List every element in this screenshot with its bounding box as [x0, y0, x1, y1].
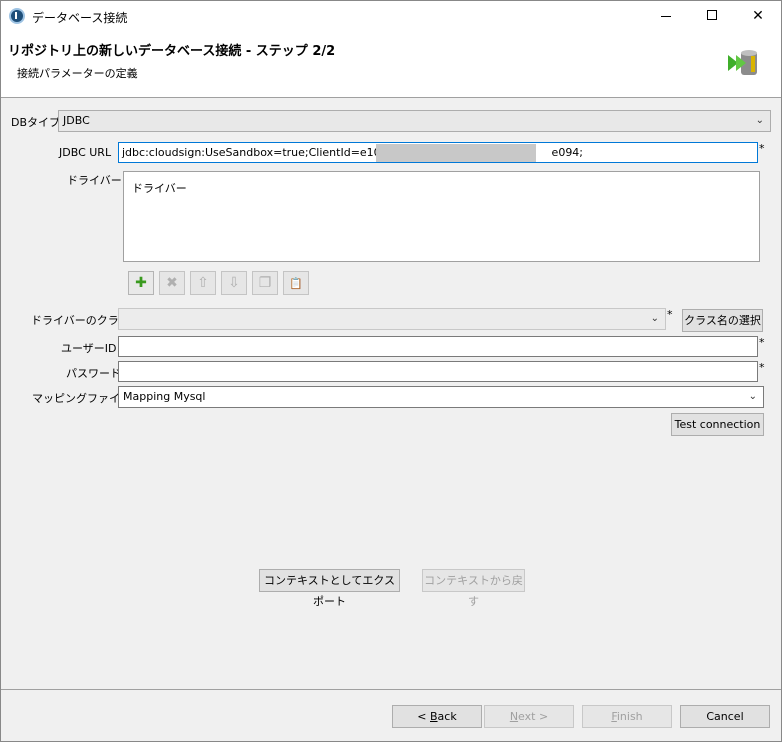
arrow-down-icon: ⇩ [228, 275, 240, 291]
next-button[interactable]: Next > [484, 705, 574, 728]
select-class-button[interactable]: クラス名の選択 [682, 309, 763, 332]
driver-list[interactable]: ドライバー [123, 171, 760, 262]
remove-button[interactable]: ✖ [159, 271, 185, 295]
database-arrow-icon [728, 50, 757, 75]
jdbc-url-label: JDBC URL [59, 146, 112, 159]
page-title: リポジトリ上の新しいデータベース接続 - ステップ 2/2 [8, 44, 336, 59]
paste-icon: 📋 [289, 277, 303, 290]
required-mark: * [667, 308, 673, 321]
password-label: パスワード [66, 367, 121, 380]
chevron-down-icon: ⌄ [755, 115, 764, 126]
export-context-button[interactable]: コンテキストとしてエクスポート [259, 569, 400, 608]
redacted-region [376, 144, 536, 162]
test-connection-button[interactable]: Test connection [671, 413, 764, 436]
chevron-down-icon: ⌄ [650, 313, 659, 324]
move-up-button[interactable]: ⇧ [190, 271, 216, 295]
required-mark: * [759, 142, 765, 155]
copy-button[interactable]: ❐ [252, 271, 278, 295]
plus-icon: ✚ [135, 275, 147, 291]
title-bar[interactable]: データベース接続 ✕ [1, 1, 781, 31]
arrow-up-icon: ⇧ [197, 275, 209, 291]
delete-icon: ✖ [166, 275, 178, 291]
paste-button[interactable]: 📋 [283, 271, 309, 295]
db-type-value: JDBC [63, 114, 90, 127]
move-down-button[interactable]: ⇩ [221, 271, 247, 295]
minimize-icon [661, 16, 671, 17]
finish-button[interactable]: Finish [582, 705, 672, 728]
driver-class-select[interactable]: ⌄ [118, 308, 666, 330]
back-mnemonic: B [430, 710, 438, 723]
mapping-file-value: Mapping Mysql [123, 390, 206, 403]
add-button[interactable]: ✚ [128, 271, 154, 295]
driver-class-label: ドライバーのクラス [31, 314, 130, 327]
close-icon: ✕ [752, 8, 764, 24]
minimize-button[interactable] [643, 1, 689, 31]
copy-icon: ❐ [258, 275, 272, 291]
maximize-icon [707, 10, 717, 20]
footer-divider [1, 689, 781, 690]
next-label-rest: ext > [518, 710, 549, 723]
driver-label: ドライバー [67, 174, 122, 187]
db-type-label: DBタイプ [11, 116, 61, 129]
back-label-rest: ack [437, 710, 457, 723]
revert-context-button[interactable]: コンテキストから戻す [422, 569, 525, 608]
close-button[interactable]: ✕ [735, 1, 781, 31]
back-button[interactable]: < Back [392, 705, 482, 728]
jdbc-url-value-end: e094; [551, 146, 584, 159]
app-icon [9, 8, 25, 24]
db-type-select[interactable]: JDBC ⌄ [58, 110, 771, 132]
page-subtitle: 接続パラメーターの定義 [17, 67, 138, 80]
required-mark: * [759, 336, 765, 349]
mapping-file-select[interactable]: Mapping Mysql ⌄ [118, 386, 764, 408]
cancel-button[interactable]: Cancel [680, 705, 770, 728]
chevron-down-icon: ⌄ [748, 391, 757, 402]
back-prefix: < [417, 710, 430, 723]
window-title: データベース接続 [32, 11, 128, 25]
dialog-window: データベース接続 ✕ リポジトリ上の新しいデータベース接続 - ステップ 2/2… [0, 0, 782, 742]
finish-label-rest: inish [616, 710, 643, 723]
password-input[interactable] [118, 361, 758, 382]
jdbc-url-value-start: jdbc:cloudsign:UseSandbox=true;ClientId=… [122, 146, 392, 159]
list-item[interactable]: ドライバー [132, 180, 187, 196]
user-id-input[interactable] [118, 336, 758, 357]
mapping-file-label: マッピングファイル [32, 392, 131, 405]
required-mark: * [759, 361, 765, 374]
user-id-label: ユーザーID [61, 342, 117, 355]
next-mnemonic: N [509, 710, 519, 723]
wizard-header: リポジトリ上の新しいデータベース接続 - ステップ 2/2 接続パラメーターの定… [1, 31, 781, 98]
maximize-button[interactable] [689, 1, 735, 31]
